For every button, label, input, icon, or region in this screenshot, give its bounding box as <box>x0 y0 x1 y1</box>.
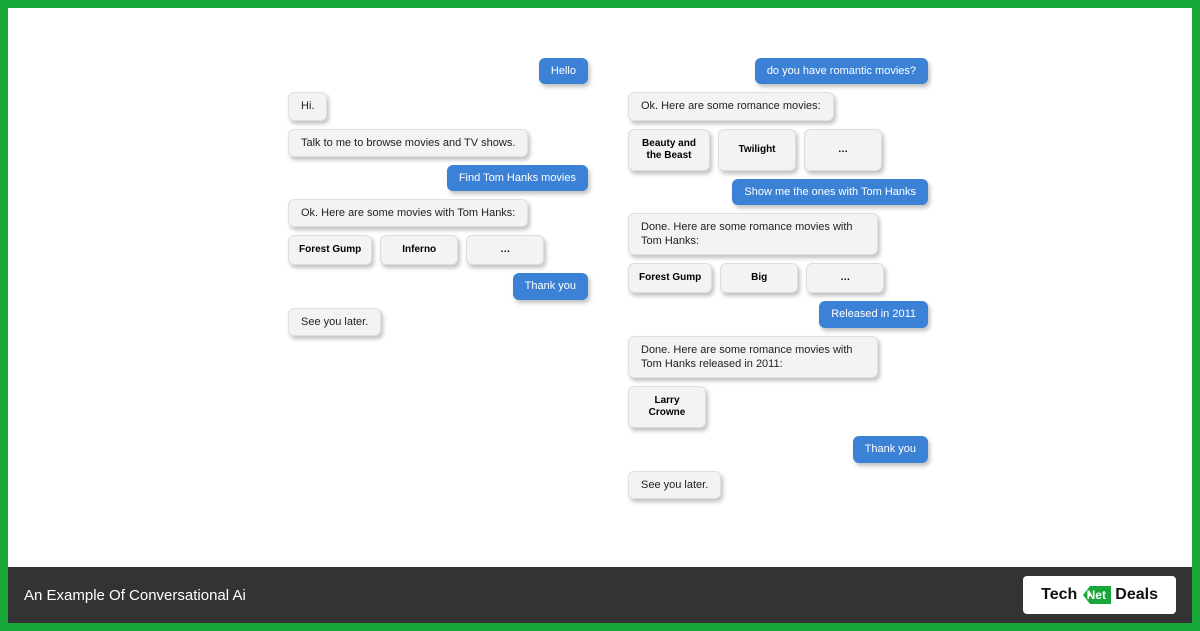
bot-msg: Done. Here are some romance movies with … <box>628 213 878 256</box>
movie-card[interactable]: Forest Gump <box>288 235 372 265</box>
movie-card[interactable]: Beauty and the Beast <box>628 129 710 171</box>
conversation-right: do you have romantic movies? Ok. Here ar… <box>628 58 928 499</box>
tag-icon: Net <box>1079 584 1113 606</box>
user-msg: Thank you <box>853 436 928 462</box>
logo-text-tech: Tech <box>1041 586 1077 604</box>
movie-card-more[interactable]: … <box>466 235 544 265</box>
bot-msg: Ok. Here are some romance movies: <box>628 92 834 120</box>
user-msg: Released in 2011 <box>819 301 928 327</box>
user-msg: Hello <box>539 58 588 84</box>
footer-title: An Example Of Conversational Ai <box>24 587 246 604</box>
user-msg: do you have romantic movies? <box>755 58 928 84</box>
user-msg: Thank you <box>513 273 588 299</box>
movie-card-row: Larry Crowne <box>628 386 706 428</box>
logo-text-net: Net <box>1087 588 1106 602</box>
bot-msg: See you later. <box>288 308 381 336</box>
user-msg: Find Tom Hanks movies <box>447 165 588 191</box>
movie-card-row: Beauty and the Beast Twilight … <box>628 129 882 171</box>
movie-card-more[interactable]: … <box>806 263 884 293</box>
user-msg: Show me the ones with Tom Hanks <box>732 179 928 205</box>
movie-card[interactable]: Inferno <box>380 235 458 265</box>
conversation-left: Hello Hi. Talk to me to browse movies an… <box>288 58 588 499</box>
movie-card[interactable]: Larry Crowne <box>628 386 706 428</box>
logo-text-deals: Deals <box>1115 586 1158 604</box>
footer-bar: An Example Of Conversational Ai Tech Net… <box>8 567 1192 623</box>
bot-msg: Ok. Here are some movies with Tom Hanks: <box>288 199 528 227</box>
technetdeals-logo: Tech Net Deals <box>1023 576 1176 614</box>
bot-msg: Hi. <box>288 92 327 120</box>
movie-card-more[interactable]: … <box>804 129 882 171</box>
movie-card[interactable]: Big <box>720 263 798 293</box>
bot-msg: Done. Here are some romance movies with … <box>628 336 878 379</box>
bot-msg: See you later. <box>628 471 721 499</box>
movie-card-row: Forest Gump Inferno … <box>288 235 544 265</box>
movie-card-row: Forest Gump Big … <box>628 263 884 293</box>
movie-card[interactable]: Twilight <box>718 129 796 171</box>
bot-msg: Talk to me to browse movies and TV shows… <box>288 129 528 157</box>
conversation-columns: Hello Hi. Talk to me to browse movies an… <box>8 8 1192 499</box>
page-frame: Hello Hi. Talk to me to browse movies an… <box>8 8 1192 623</box>
movie-card[interactable]: Forest Gump <box>628 263 712 293</box>
